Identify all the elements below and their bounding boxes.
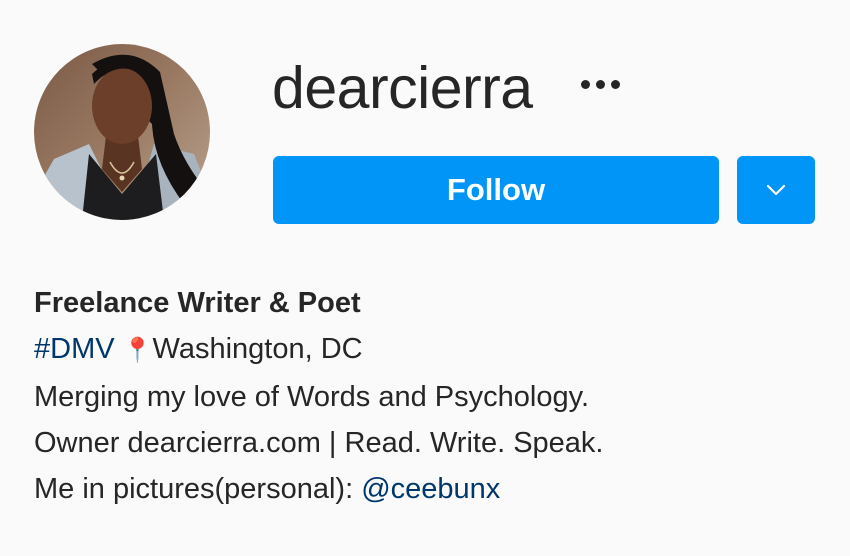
avatar-image [34,44,210,220]
more-horizontal-icon [580,79,590,89]
bio-line-5: Me in pictures(personal): @ceebunx [34,466,604,512]
hashtag-link[interactable]: #DMV [34,333,115,365]
avatar[interactable] [34,44,210,220]
profile-header: dearcierra Follow Freelance Writer & Poe… [0,0,850,556]
follow-button[interactable]: Follow [273,156,719,224]
chevron-down-icon [766,184,786,196]
mention-link[interactable]: @ceebunx [361,473,500,505]
bio-line-5-text: Me in pictures(personal): [34,473,362,505]
location-pin-icon: 📍 [122,337,153,364]
more-horizontal-icon-dot [595,79,605,89]
bio-line-3: Merging my love of Words and Psychology. [34,381,590,413]
more-options-button[interactable] [570,62,630,106]
location-text: Washington, DC [152,333,363,365]
more-horizontal-icon-dot [610,79,620,89]
username: dearcierra [272,55,533,121]
bio-line-location: #DMV 📍Washington, DC [34,326,604,374]
bio-line-4: Owner dearcierra.com | Read. Write. Spea… [34,427,604,459]
suggestions-dropdown-button[interactable] [737,156,815,224]
full-name: Freelance Writer & Poet [34,287,361,319]
bio: Freelance Writer & Poet #DMV 📍Washington… [34,280,604,512]
